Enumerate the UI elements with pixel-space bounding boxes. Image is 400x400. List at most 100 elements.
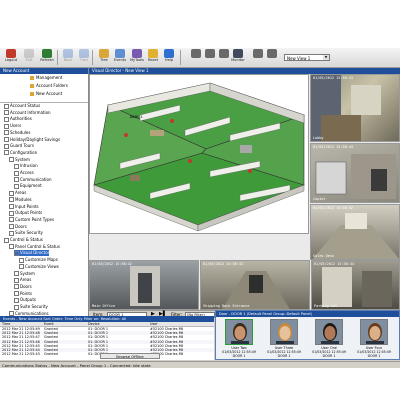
tree-item[interactable]: Visual Director bbox=[14, 250, 50, 256]
tree-item[interactable]: Guard Tours bbox=[4, 143, 34, 149]
reset-button[interactable]: Reset bbox=[145, 49, 161, 66]
camera-lobby[interactable]: 01/03/2012 15:58:43 Lobby bbox=[310, 74, 400, 142]
view-selector-value: New View 1 bbox=[287, 56, 311, 61]
column-user[interactable]: User bbox=[150, 322, 158, 326]
camera-copier[interactable]: 01/03/2012 15:58:44 Copier bbox=[310, 143, 400, 203]
floorplan-map[interactable]: DOOR 1 bbox=[89, 74, 309, 234]
tree-item[interactable]: Custom Point Types bbox=[9, 217, 54, 223]
column-device[interactable]: Device bbox=[88, 322, 100, 326]
tree-item[interactable]: Configuration bbox=[4, 150, 37, 156]
mytools-button[interactable]: MyTools bbox=[129, 49, 145, 66]
expand-icon[interactable] bbox=[9, 210, 14, 216]
expand-icon[interactable] bbox=[14, 177, 19, 183]
tree-item[interactable]: System bbox=[14, 271, 35, 276]
tree-item[interactable]: Areas bbox=[9, 190, 26, 196]
expand-icon[interactable] bbox=[4, 116, 9, 122]
expand-icon[interactable] bbox=[4, 137, 9, 142]
chevron-down-icon[interactable]: ▼ bbox=[323, 55, 329, 60]
tree-item[interactable]: Communication bbox=[14, 177, 52, 183]
expand-icon[interactable] bbox=[14, 284, 19, 290]
cardholder-card[interactable]: User One 01/03/2012 12:55:49 DOOR 1 bbox=[309, 319, 349, 359]
logout-button[interactable]: Logout bbox=[3, 49, 19, 66]
tree-item[interactable]: Modules bbox=[9, 197, 32, 203]
expand-icon[interactable] bbox=[9, 190, 14, 196]
tree-item[interactable]: Schedules bbox=[4, 130, 30, 136]
tile-layout-alt-button[interactable] bbox=[264, 49, 280, 66]
tree-item[interactable]: System bbox=[9, 157, 30, 163]
expand-icon[interactable] bbox=[14, 271, 19, 276]
tree-item[interactable]: Doors bbox=[14, 284, 32, 290]
tree-item[interactable]: Account Information bbox=[4, 110, 51, 116]
tree-item[interactable]: Access bbox=[14, 170, 34, 176]
expand-icon[interactable] bbox=[14, 163, 19, 169]
column-event[interactable]: Event bbox=[44, 322, 54, 326]
camera-shipping-dock-image bbox=[222, 271, 290, 309]
expand-icon[interactable] bbox=[14, 291, 19, 297]
tree-item[interactable]: Users bbox=[4, 123, 21, 129]
tree-button[interactable]: Tree bbox=[96, 49, 112, 66]
column-time[interactable]: Time bbox=[2, 322, 10, 326]
monitor-button[interactable]: Monitor bbox=[230, 49, 246, 66]
expand-icon[interactable] bbox=[9, 217, 14, 223]
events-button[interactable]: Events bbox=[112, 49, 128, 66]
expand-icon[interactable] bbox=[9, 230, 14, 236]
forward-button[interactable]: Fwd bbox=[76, 49, 92, 66]
monitor-icon bbox=[233, 49, 243, 58]
expand-icon[interactable] bbox=[4, 110, 9, 116]
tree-item[interactable]: Suite Security bbox=[9, 230, 43, 236]
tree-item[interactable]: Authorities bbox=[4, 116, 32, 122]
expand-icon[interactable] bbox=[4, 130, 9, 136]
expand-icon[interactable] bbox=[9, 224, 14, 230]
refresh-button[interactable]: Refresh bbox=[39, 49, 55, 66]
quick-link-management[interactable]: Management bbox=[30, 74, 62, 81]
cardholder-card[interactable]: User Three 01/03/2012 12:55:49 DOOR 1 bbox=[264, 319, 304, 359]
quick-link-account-folders[interactable]: Account Folders bbox=[30, 82, 68, 89]
browse-offline-button[interactable]: Browse Offline bbox=[100, 353, 160, 359]
tree-item[interactable]: Suite Security bbox=[14, 304, 48, 310]
tree-item[interactable]: Doors bbox=[9, 224, 27, 230]
tree-item[interactable]: Account Status bbox=[4, 103, 40, 109]
back-button[interactable]: Back bbox=[60, 49, 76, 66]
expand-icon[interactable] bbox=[14, 277, 19, 283]
tree-item[interactable]: Intrusion bbox=[14, 163, 38, 169]
tree-item[interactable]: Customize Views bbox=[19, 264, 59, 270]
view-selector[interactable]: New View 1 ▼ bbox=[284, 54, 330, 61]
expand-icon[interactable] bbox=[4, 123, 9, 129]
tree-item[interactable]: Outputs bbox=[14, 297, 36, 303]
tree-item[interactable]: Equipment bbox=[14, 183, 42, 189]
expand-icon[interactable] bbox=[19, 264, 24, 270]
camera-entry[interactable]: 01/03/2012 15:58:42 Main Office bbox=[89, 260, 199, 310]
cardholder-card[interactable]: User Two 01/03/2012 12:55:49 DOOR 1 bbox=[219, 319, 259, 359]
expand-icon[interactable] bbox=[9, 197, 14, 203]
expand-icon[interactable] bbox=[14, 250, 19, 256]
tree-item[interactable]: Customize Maps bbox=[19, 257, 58, 263]
layout-alt-icon bbox=[267, 49, 277, 58]
tree-item[interactable]: Control & Status bbox=[4, 237, 43, 243]
tree-item[interactable]: Input Points bbox=[9, 204, 39, 209]
camera-stairwell[interactable]: 01/03/2012 15:58:44 Parking Lot bbox=[311, 260, 400, 310]
expand-icon[interactable] bbox=[14, 170, 19, 176]
tree-item[interactable]: Areas bbox=[14, 277, 31, 283]
camera-sales-desk[interactable]: 01/03/2012 15:58:42 Sales Desk bbox=[310, 204, 400, 260]
expand-icon[interactable] bbox=[14, 183, 19, 189]
tree-item[interactable]: Points bbox=[14, 291, 32, 297]
quick-link-new-account[interactable]: New Account bbox=[30, 90, 62, 97]
expand-icon[interactable] bbox=[4, 103, 9, 109]
exit-button[interactable]: Exit bbox=[21, 49, 37, 66]
main-toolbar: Logout Exit Refresh Back Fwd Tree Events… bbox=[0, 48, 400, 68]
expand-icon[interactable] bbox=[19, 257, 24, 263]
camera-shipping-dock[interactable]: 01/03/2012 15:58:43 Shipping Dock Entran… bbox=[200, 260, 310, 310]
tree-item[interactable]: Output Points bbox=[9, 210, 42, 216]
expand-icon[interactable] bbox=[4, 150, 9, 156]
tree-item[interactable]: Holiday/Daylight Savings bbox=[4, 137, 60, 142]
tree-item[interactable]: Panel Control & Status bbox=[9, 244, 60, 250]
expand-icon[interactable] bbox=[14, 304, 19, 310]
expand-icon[interactable] bbox=[9, 157, 14, 163]
expand-icon[interactable] bbox=[4, 237, 9, 243]
expand-icon[interactable] bbox=[4, 143, 9, 149]
help-button[interactable]: Help bbox=[161, 49, 177, 66]
expand-icon[interactable] bbox=[9, 204, 14, 209]
expand-icon[interactable] bbox=[14, 297, 19, 303]
cardholder-card[interactable]: User Four 01/03/2012 12:55:49 DOOR 1 bbox=[354, 319, 394, 359]
expand-icon[interactable] bbox=[9, 244, 14, 250]
